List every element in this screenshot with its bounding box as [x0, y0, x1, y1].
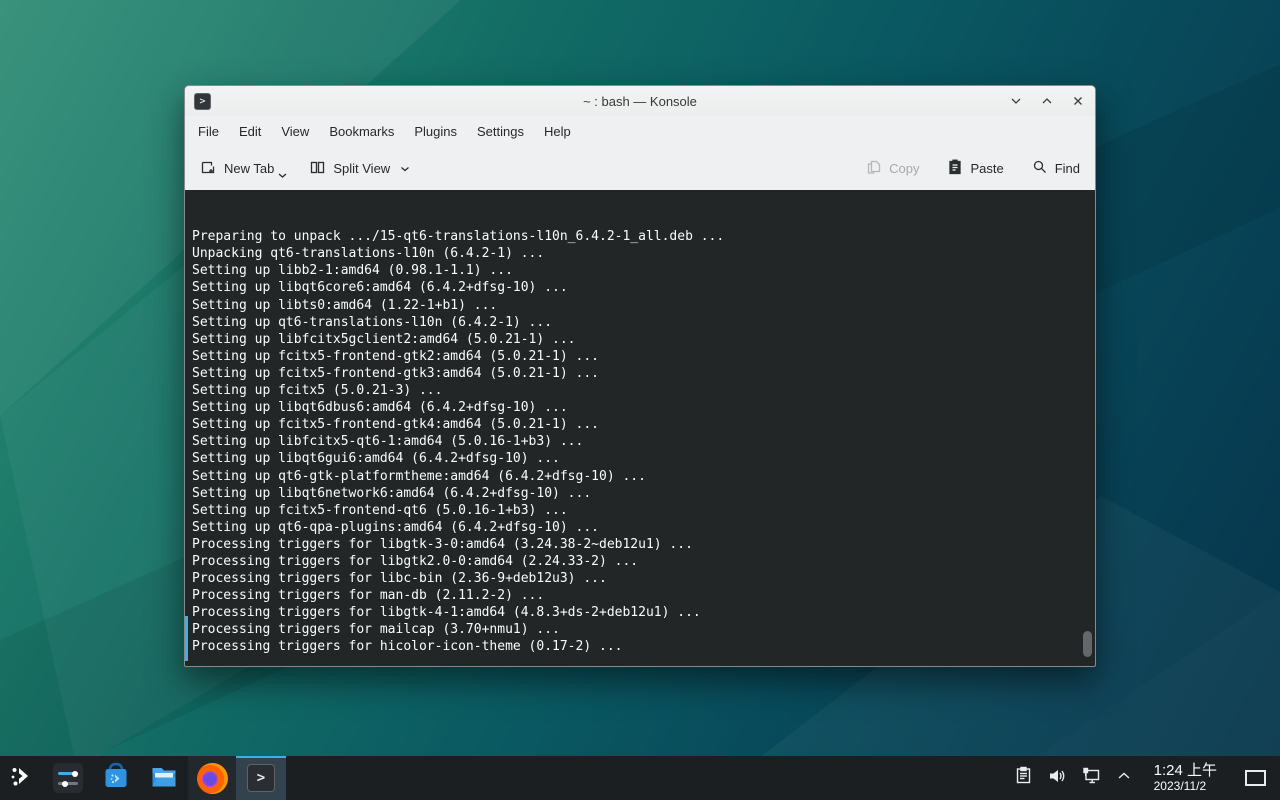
taskbar-task-konsole[interactable]: > [236, 756, 286, 800]
clock-date: 2023/11/2 [1154, 780, 1217, 793]
terminal-line: Setting up qt6-qpa-plugins:amd64 (6.4.2+… [192, 519, 1088, 536]
find-label: Find [1055, 161, 1080, 176]
split-view-label: Split View [333, 161, 390, 176]
terminal-scrollbar[interactable] [1083, 631, 1092, 657]
terminal-line: Unpacking qt6-translations-l10n (6.4.2-1… [192, 245, 1088, 262]
system-settings-button[interactable] [44, 756, 92, 800]
konsole-window: > ~ : bash — Konsole File Edit View Book… [184, 85, 1096, 667]
terminal-line: Setting up fcitx5-frontend-qt6 (5.0.16-1… [192, 502, 1088, 519]
show-desktop-button[interactable] [1245, 770, 1266, 786]
maximize-button[interactable] [1039, 93, 1055, 109]
terminal-line: Setting up libqt6core6:amd64 (6.4.2+dfsg… [192, 279, 1088, 296]
copy-icon [866, 159, 882, 178]
terminal-line: Setting up libqt6dbus6:amd64 (6.4.2+dfsg… [192, 399, 1088, 416]
system-tray: 1:24 上午 2023/11/2 [1014, 763, 1280, 793]
taskbar: > 1:24 上午 2023/11/2 [0, 756, 1280, 800]
copy-label: Copy [889, 161, 919, 176]
close-button[interactable] [1070, 93, 1086, 109]
find-button[interactable]: Find [1025, 153, 1087, 184]
menu-plugins[interactable]: Plugins [404, 120, 467, 143]
paste-button[interactable]: Paste [940, 153, 1010, 184]
menu-settings[interactable]: Settings [467, 120, 534, 143]
discover-icon [101, 761, 131, 796]
new-output-indicator [185, 616, 188, 661]
menu-edit[interactable]: Edit [229, 120, 271, 143]
paste-label: Paste [970, 161, 1003, 176]
menu-file[interactable]: File [188, 120, 229, 143]
terminal-line: Setting up libqt6gui6:amd64 (6.4.2+dfsg-… [192, 450, 1088, 467]
konsole-icon: > [247, 764, 275, 792]
terminal-line: Setting up libfcitx5-qt6-1:amd64 (5.0.16… [192, 433, 1088, 450]
chevron-down-icon [400, 161, 410, 176]
split-view-icon [309, 159, 326, 179]
terminal-line: Processing triggers for libgtk-4-1:amd64… [192, 604, 1088, 621]
terminal-view[interactable]: Preparing to unpack .../15-qt6-translati… [185, 190, 1095, 666]
menubar: File Edit View Bookmarks Plugins Setting… [185, 116, 1095, 147]
folder-icon [149, 761, 179, 796]
desktop[interactable]: > ~ : bash — Konsole File Edit View Book… [0, 0, 1280, 800]
copy-button: Copy [859, 153, 926, 184]
terminal-line: Processing triggers for libgtk-3-0:amd64… [192, 536, 1088, 553]
volume-icon[interactable] [1047, 766, 1067, 791]
terminal-line: Setting up qt6-gtk-platformtheme:amd64 (… [192, 468, 1088, 485]
window-title: ~ : bash — Konsole [185, 94, 1095, 109]
new-tab-icon [200, 159, 217, 179]
terminal-line: Setting up fcitx5 (5.0.21-3) ... [192, 382, 1088, 399]
network-icon[interactable] [1081, 766, 1102, 791]
terminal-line: Processing triggers for libgtk2.0-0:amd6… [192, 553, 1088, 570]
terminal-line: Setting up libqt6network6:amd64 (6.4.2+d… [192, 485, 1088, 502]
new-tab-label: New Tab [224, 161, 274, 176]
clock-time: 1:24 上午 [1154, 763, 1217, 780]
terminal-line: Setting up fcitx5-frontend-gtk2:amd64 (5… [192, 348, 1088, 365]
clipboard-icon[interactable] [1014, 766, 1033, 790]
chevron-down-icon [278, 167, 287, 182]
terminal-line: Processing triggers for hicolor-icon-the… [192, 638, 1088, 655]
terminal-line: Setting up libts0:amd64 (1.22-1+b1) ... [192, 297, 1088, 314]
application-launcher-button[interactable] [0, 756, 44, 800]
split-view-button[interactable]: Split View [302, 153, 417, 185]
new-tab-button[interactable]: New Tab [193, 153, 294, 185]
terminal-line: Preparing to unpack .../15-qt6-translati… [192, 228, 1088, 245]
terminal-line: Setting up libfcitx5gclient2:amd64 (5.0.… [192, 331, 1088, 348]
system-settings-icon [53, 763, 83, 793]
terminal-line: Processing triggers for mailcap (3.70+nm… [192, 621, 1088, 638]
discover-button[interactable] [92, 756, 140, 800]
menu-bookmarks[interactable]: Bookmarks [319, 120, 404, 143]
paste-icon [947, 159, 963, 178]
digital-clock[interactable]: 1:24 上午 2023/11/2 [1154, 763, 1217, 793]
taskbar-task-firefox[interactable] [188, 756, 236, 800]
menu-view[interactable]: View [271, 120, 319, 143]
file-manager-button[interactable] [140, 756, 188, 800]
tray-expander-chevron-up-icon[interactable] [1116, 769, 1132, 787]
firefox-icon [197, 763, 228, 794]
terminal-line: Setting up fcitx5-frontend-gtk3:amd64 (5… [192, 365, 1088, 382]
terminal-output: Preparing to unpack .../15-qt6-translati… [192, 228, 1088, 655]
terminal-line: Setting up qt6-translations-l10n (6.4.2-… [192, 314, 1088, 331]
terminal-line: Processing triggers for libc-bin (2.36-9… [192, 570, 1088, 587]
terminal-line: Processing triggers for man-db (2.11.2-2… [192, 587, 1088, 604]
titlebar[interactable]: > ~ : bash — Konsole [185, 86, 1095, 116]
minimize-button[interactable] [1008, 93, 1024, 109]
toolbar: New Tab Split View Copy [185, 147, 1095, 190]
application-launcher-icon [8, 762, 36, 795]
terminal-line: Setting up fcitx5-frontend-gtk4:amd64 (5… [192, 416, 1088, 433]
search-icon [1032, 159, 1048, 178]
terminal-line: Setting up libb2-1:amd64 (0.98.1-1.1) ..… [192, 262, 1088, 279]
menu-help[interactable]: Help [534, 120, 581, 143]
